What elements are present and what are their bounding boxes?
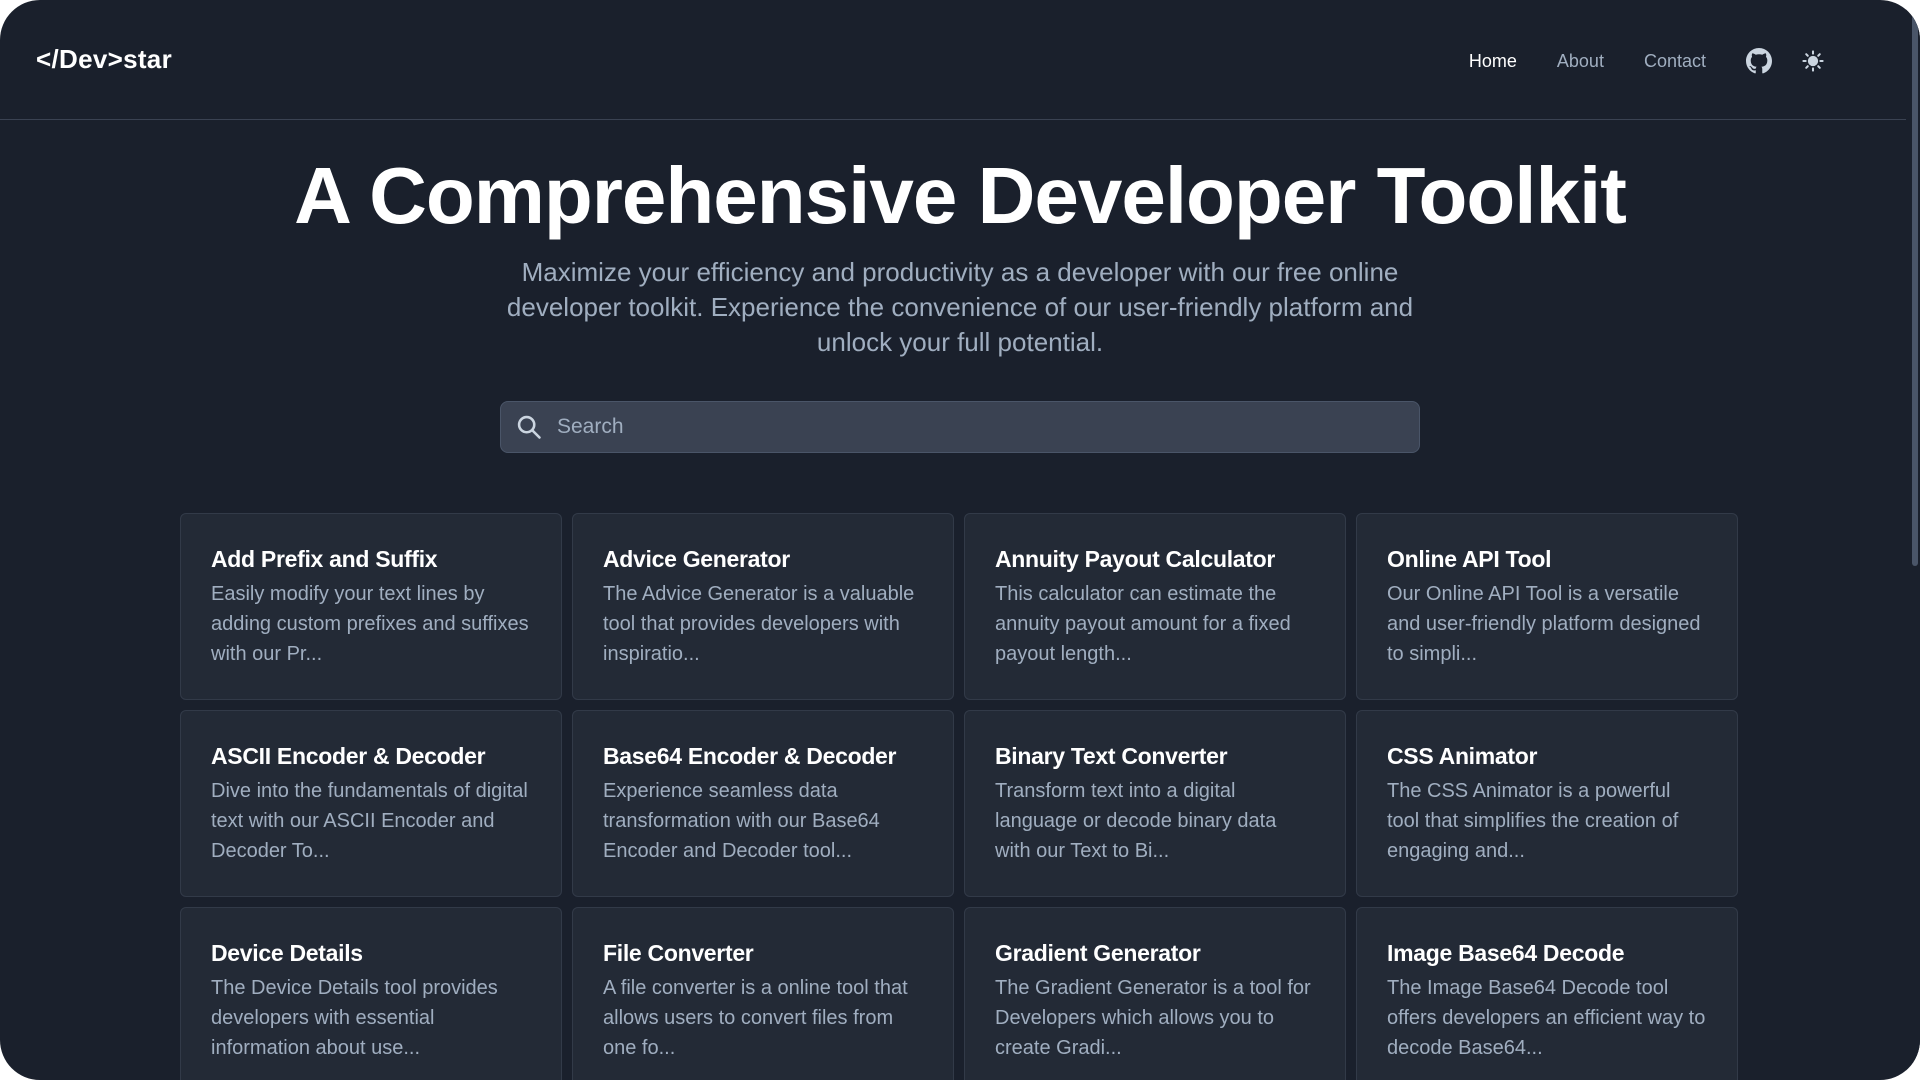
tools-grid: Add Prefix and Suffix Easily modify your… [180,513,1740,1080]
tool-card[interactable]: Gradient Generator The Gradient Generato… [964,907,1346,1080]
tool-card-title: Online API Tool [1387,546,1552,572]
tool-card[interactable]: ASCII Encoder & Decoder Dive into the fu… [180,710,562,897]
hero-subtitle: Maximize your efficiency and productivit… [506,257,1414,357]
tool-card-title: Device Details [211,940,363,966]
hero-title: A Comprehensive Developer Toolkit [294,151,1627,240]
tool-card-description: Experience seamless data transformation … [603,780,880,862]
tool-card-title: Image Base64 Decode [1387,940,1625,966]
tool-card-title: Add Prefix and Suffix [211,546,438,572]
tool-card-title: Binary Text Converter [995,743,1228,769]
tool-card[interactable]: File Converter A file converter is a onl… [572,907,954,1080]
tool-card[interactable]: Online API Tool Our Online API Tool is a… [1356,513,1738,700]
tool-card-title: File Converter [603,940,754,966]
scrollbar-thumb[interactable] [1912,6,1918,566]
tool-card[interactable]: Device Details The Device Details tool p… [180,907,562,1080]
top-navbar: </Dev>star Home About Contact [0,0,1906,120]
sun-icon[interactable] [1800,48,1826,74]
tool-card-description: Our Online API Tool is a versatile and u… [1387,583,1701,665]
tool-card-description: A file converter is a online tool that a… [603,977,908,1059]
tool-card-title: Advice Generator [603,546,790,572]
nav-home-link[interactable]: Home [1469,49,1517,73]
scrollbar[interactable] [1906,0,1920,1080]
tool-card-description: Easily modify your text lines by adding … [211,583,529,665]
site-logo[interactable]: </Dev>star [36,44,172,75]
main-nav: Home About Contact [1469,48,1826,74]
tool-card-title: ASCII Encoder & Decoder [211,743,486,769]
app-window: </Dev>star Home About Contact A Comprehe… [0,0,1920,1080]
tool-card[interactable]: Binary Text Converter Transform text int… [964,710,1346,897]
tool-card-title: CSS Animator [1387,743,1538,769]
tool-card[interactable]: Annuity Payout Calculator This calculato… [964,513,1346,700]
tool-card-description: The Image Base64 Decode tool offers deve… [1387,977,1706,1059]
tool-card[interactable]: Advice Generator The Advice Generator is… [572,513,954,700]
nav-about-link[interactable]: About [1557,49,1604,73]
search-bar[interactable] [500,401,1420,453]
nav-contact-link[interactable]: Contact [1644,49,1706,73]
tool-card-title: Annuity Payout Calculator [995,546,1276,572]
tool-card[interactable]: CSS Animator The CSS Animator is a power… [1356,710,1738,897]
search-input[interactable] [557,402,1419,452]
tool-card-description: The Device Details tool provides develop… [211,977,498,1059]
tool-card[interactable]: Add Prefix and Suffix Easily modify your… [180,513,562,700]
github-icon[interactable] [1746,48,1772,74]
tool-card-description: The Gradient Generator is a tool for Dev… [995,977,1311,1059]
search-icon [515,413,543,441]
tool-card-description: Dive into the fundamentals of digital te… [211,780,528,862]
tool-card[interactable]: Image Base64 Decode The Image Base64 Dec… [1356,907,1738,1080]
tool-card-title: Base64 Encoder & Decoder [603,743,897,769]
tool-card-title: Gradient Generator [995,940,1201,966]
tool-card-description: This calculator can estimate the annuity… [995,583,1291,665]
tool-card[interactable]: Base64 Encoder & Decoder Experience seam… [572,710,954,897]
tool-card-description: The Advice Generator is a valuable tool … [603,583,915,665]
tool-card-description: The CSS Animator is a powerful tool that… [1387,780,1679,862]
tool-card-description: Transform text into a digital language o… [995,780,1277,862]
